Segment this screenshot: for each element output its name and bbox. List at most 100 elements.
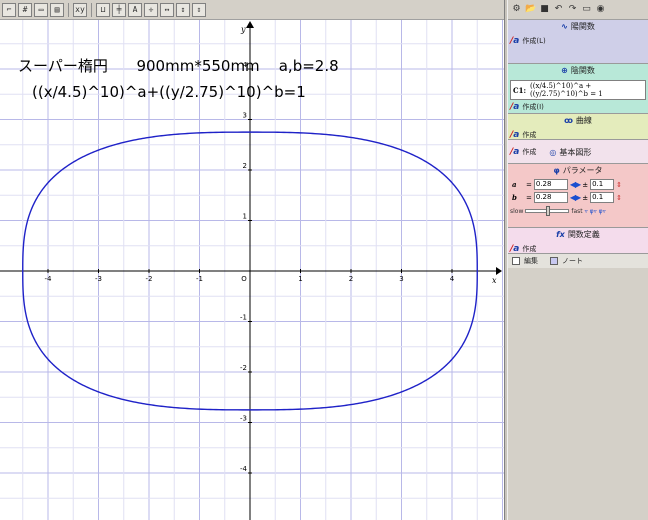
curve-icon: ∿ <box>561 22 568 31</box>
camera-icon[interactable]: ◉ <box>595 4 606 15</box>
function-definition-make[interactable]: /a 作成 <box>508 242 648 255</box>
graph-title-line2: ((x/4.5)^10)^a+((y/2.75)^10)^b=1 <box>32 83 306 101</box>
move-axes-button[interactable]: ✛ <box>144 2 158 17</box>
print-range-button[interactable]: ▤ <box>50 2 64 17</box>
x-tick-label: 4 <box>450 275 455 283</box>
x-tick-label: 3 <box>399 275 403 283</box>
panel-toolbar: ⚙ 📂 ■ ↶ ↷ ▭ ◉ <box>508 0 648 20</box>
param-b-name: b <box>512 193 517 202</box>
function-definition-section: fx 関数定義 /a 作成 <box>508 228 648 254</box>
speed-row: slow fast ▿ φ▿ φ▿ <box>508 204 648 218</box>
print-icon[interactable]: ▭ <box>581 4 592 15</box>
implicit-function-make[interactable]: /a 作成(I) <box>508 100 648 113</box>
xy-scale-button[interactable]: xy <box>73 2 87 17</box>
save-icon[interactable]: ■ <box>539 4 550 15</box>
y-axis-label: y <box>240 25 246 34</box>
param-a-step-input[interactable]: 0.1 <box>590 179 615 190</box>
axes-toggle-button[interactable]: ⌐ <box>2 2 16 17</box>
param-a-value-input[interactable]: 0.28 <box>533 179 568 190</box>
edit-checkbox[interactable] <box>512 257 520 265</box>
parameter-header[interactable]: φ パラメータ <box>508 164 648 178</box>
formula-text: ((x/4.5)^10)^a + ((y/2.75)^10)^b = 1 <box>530 82 603 98</box>
toolbar-divider <box>68 2 69 17</box>
param-b-arrows-icon[interactable]: ◀▶ <box>570 193 581 202</box>
x-tick-label: O <box>241 275 247 283</box>
folder-icon[interactable]: 📂 <box>525 4 536 15</box>
curve-header[interactable]: ꝏ 曲線 <box>508 114 648 128</box>
y-tick-label: -2 <box>240 364 247 372</box>
explicit-function-section: ∿ 陽関数 /a 作成(L) <box>508 20 648 64</box>
play-icon[interactable]: ▿ <box>585 208 588 215</box>
explicit-function-title: 陽関数 <box>570 22 595 31</box>
pen-icon: /a <box>510 243 520 254</box>
param-b-spin-icon[interactable]: ⇕ <box>616 194 622 202</box>
pen-icon: /a <box>510 147 520 157</box>
param-row-b: b = 0.28 ◀▶ ± 0.1 ⇕ <box>512 192 622 203</box>
implicit-function-header[interactable]: ⊕ 陰関数 <box>508 64 648 78</box>
curve-title: 曲線 <box>575 116 592 125</box>
speed-slider[interactable] <box>525 206 570 216</box>
basic-shape-make-label: 作成 <box>522 148 537 156</box>
zoom-y-button[interactable]: ↕ <box>176 2 190 17</box>
x-tick-label: -3 <box>95 275 102 283</box>
graph-canvas[interactable]: x y -4 -3 -2 -1 O 1 2 3 4 4 3 2 1 -1 -2 -3 -4 スーパー楕円 900mm… <box>0 20 504 520</box>
basic-shape-make[interactable]: /a 作成 ◎ 基本図形 <box>508 140 648 164</box>
grid-lines-button[interactable]: ╪ <box>112 2 126 17</box>
parameter-title: パラメータ <box>562 166 603 175</box>
curve-make-label: 作成 <box>522 130 537 139</box>
window-view-button[interactable]: ▭ <box>34 2 48 17</box>
speed-slow-label: slow <box>510 207 524 215</box>
x-tick-label: -2 <box>146 275 153 283</box>
animate2-icon[interactable]: φ▿ <box>599 208 606 215</box>
x-axis-label: x <box>492 276 497 285</box>
y-tick-label: 1 <box>243 213 247 221</box>
edit-label: 編集 <box>524 257 538 265</box>
x-tick-label: 1 <box>298 275 302 283</box>
undo-icon[interactable]: ↶ <box>553 4 564 15</box>
redo-icon[interactable]: ↷ <box>567 4 578 15</box>
explicit-function-header[interactable]: ∿ 陽関数 <box>508 20 648 34</box>
app-window: ⌐ # ▭ ▤ xy ⊔ ╪ A ✛ ↔ ↕ ⇕ x y -4 -3 -2 -1 O 1 2 3 4… <box>0 0 648 520</box>
y-tick-label: 3 <box>243 112 247 120</box>
explicit-make-label: 作成(L) <box>522 36 546 45</box>
control-panel: ⚙ 📂 ■ ↶ ↷ ▭ ◉ ∿ 陽関数 /a 作成(L) ⊕ 陰関数 C1: ((x… <box>508 0 648 520</box>
function-definition-title: 関数定義 <box>567 230 600 239</box>
y-tick-label: -1 <box>240 314 247 322</box>
graph-toolbar: ⌐ # ▭ ▤ xy ⊔ ╪ A ✛ ↔ ↕ ⇕ <box>0 0 505 20</box>
curve-section: ꝏ 曲線 /a 作成 <box>508 114 648 140</box>
y-tick-label: 2 <box>243 162 247 170</box>
y-tick-label: -3 <box>240 415 247 423</box>
xy-range-button[interactable]: ⊔ <box>96 2 110 17</box>
y-tick-label: -4 <box>240 465 248 473</box>
basic-shape-section: /a 作成 ◎ 基本図形 <box>508 140 648 164</box>
trace-mode-button[interactable]: A <box>128 2 142 17</box>
param-b-value-input[interactable]: 0.28 <box>533 192 568 203</box>
explicit-function-make[interactable]: /a 作成(L) <box>508 34 648 47</box>
param-a-arrows-icon[interactable]: ◀▶ <box>570 180 581 189</box>
note-checkbox[interactable] <box>550 257 558 265</box>
crosshair-icon: ⊕ <box>561 66 568 75</box>
implicit-function-title: 陰関数 <box>570 66 595 75</box>
grid-toggle-button[interactable]: # <box>18 2 32 17</box>
x-tick-label: -1 <box>196 275 203 283</box>
param-b-step-input[interactable]: 0.1 <box>590 192 615 203</box>
bottom-tabs: 編集 ノート <box>508 254 648 268</box>
zoom-x-button[interactable]: ↔ <box>160 2 174 17</box>
graph-title-line1: スーパー楕円 900mm*550mm a,b=2.8 <box>18 57 339 75</box>
speed-slider-thumb[interactable] <box>546 206 551 216</box>
animate-icon[interactable]: φ▿ <box>590 208 597 215</box>
spiral-icon: ꝏ <box>564 116 573 125</box>
gear-icon[interactable]: ⚙ <box>511 4 522 15</box>
implicit-function-section: ⊕ 陰関数 C1: ((x/4.5)^10)^a + ((y/2.75)^10)^… <box>508 64 648 114</box>
reset-zoom-button[interactable]: ⇕ <box>192 2 206 17</box>
param-a-name: a <box>512 180 517 189</box>
param-row-a: a = 0.28 ◀▶ ± 0.1 ⇕ <box>512 179 622 190</box>
speed-fast-label: fast <box>571 207 583 215</box>
formula-c1[interactable]: C1: ((x/4.5)^10)^a + ((y/2.75)^10)^b = 1 <box>510 80 646 100</box>
x-axis-arrow-icon <box>496 267 502 275</box>
param-a-spin-icon[interactable]: ⇕ <box>616 181 622 189</box>
function-definition-header[interactable]: fx 関数定義 <box>508 228 648 242</box>
y-axis-arrow-icon <box>246 21 254 28</box>
parameter-section: φ パラメータ a = 0.28 ◀▶ ± 0.1 ⇕ b = 0.28 ◀▶ ±… <box>508 164 648 228</box>
note-label: ノート <box>562 257 583 265</box>
